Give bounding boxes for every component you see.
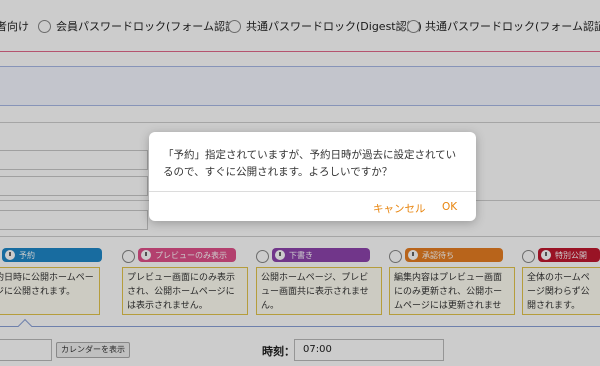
cancel-button[interactable]: キャンセル <box>373 201 426 216</box>
dialog-message: 「予約」指定されていますが、予約日時が過去に設定されているので、すぐに公開されま… <box>163 149 457 178</box>
confirm-dialog: 「予約」指定されていますが、予約日時が過去に設定されているので、すぐに公開されま… <box>149 132 476 221</box>
ok-button[interactable]: OK <box>442 201 457 213</box>
dialog-divider <box>149 191 476 192</box>
